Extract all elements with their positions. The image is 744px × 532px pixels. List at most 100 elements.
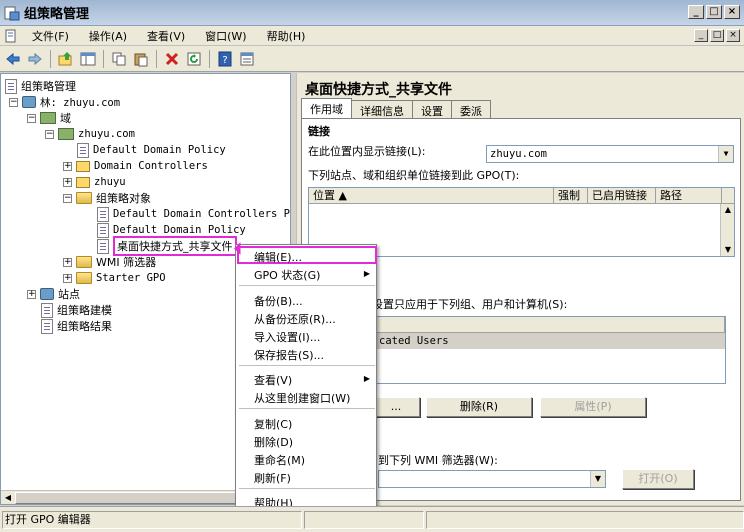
mdi-minimize-button[interactable]: _ [694,29,708,42]
tree-label: zhuyu.com [78,128,135,140]
modeling-icon [41,302,53,318]
toolbar-separator [209,49,210,68]
menu-rename[interactable]: 重命名(M) [254,452,305,468]
tree-label: 林: zhuyu.com [40,96,121,109]
col-location[interactable]: 位置 ▲ [309,188,554,203]
folder-icon [76,192,92,204]
tree-item-forest[interactable]: − 林: zhuyu.com [9,94,120,110]
col-enforced[interactable]: 强制 [554,188,588,203]
collapse-icon[interactable]: − [45,129,54,139]
expand-icon[interactable]: + [63,161,72,171]
folder-icon [76,272,92,284]
display-links-dropdown[interactable]: zhuyu.com ▼ [486,145,734,163]
menu-copy[interactable]: 复制(C) [254,416,292,432]
paste-icon[interactable] [132,50,150,68]
window-controls: _ □ × [688,5,740,19]
window-title: 组策略管理 [24,7,90,22]
status-cell-2 [304,510,424,529]
vertical-scrollbar[interactable]: ▲ ▼ [720,204,734,256]
back-icon[interactable] [4,50,22,68]
menu-import[interactable]: 导入设置(I)... [254,329,320,345]
menu-gpo-status[interactable]: GPO 状态(G) [254,267,320,283]
tree-item-domains[interactable]: − 域 [27,110,71,126]
menu-help[interactable]: 帮助(H) [257,28,316,44]
tree-label: Starter GPO [96,272,166,284]
refresh-icon[interactable] [185,50,203,68]
mdi-restore-button[interactable]: □ [710,29,724,42]
tree-item-gpo-container[interactable]: − 组策略对象 [63,190,151,206]
expand-icon[interactable]: + [63,257,72,267]
expand-icon[interactable]: + [27,289,36,299]
title-bar: 组策略管理 _ □ × [0,0,744,26]
context-menu: 编辑(E)... GPO 状态(G) ▶ 备份(B)... 从备份还原(R)..… [235,244,377,515]
open-button[interactable]: 打开(O) [622,469,694,489]
close-button[interactable]: × [724,5,740,19]
properties-icon[interactable] [238,50,256,68]
up-folder-icon[interactable] [57,50,75,68]
tree-item-default-domain-policy[interactable]: Default Domain Policy [77,142,226,158]
sort-asc-icon: ▲ [338,189,347,202]
menu-separator [239,408,375,409]
collapse-icon[interactable]: − [63,193,72,203]
gpo-icon [97,206,109,222]
tree-item-domain[interactable]: − zhuyu.com [45,126,135,142]
maximize-button[interactable]: □ [706,5,722,19]
show-hide-tree-icon[interactable] [79,50,97,68]
menu-refresh[interactable]: 刷新(F) [254,470,291,486]
minimize-button[interactable]: _ [688,5,704,19]
menu-edit[interactable]: 编辑(E)... [254,249,302,265]
menu-restore[interactable]: 从备份还原(R)... [254,311,336,327]
menu-separator [239,488,375,489]
tree-item-domain-controllers[interactable]: + Domain Controllers [63,158,208,174]
menu-view[interactable]: 查看(V) [137,28,195,44]
tree-item-gpo-ddcp[interactable]: Default Domain Controllers Po [97,206,290,222]
properties-button[interactable]: 属性(P) [540,397,646,417]
chevron-down-icon[interactable]: ▼ [718,146,733,162]
tree-item-root[interactable]: 组策略管理 [5,78,76,94]
menu-separator [239,285,375,286]
tree-item-wmi-filters[interactable]: + WMI 筛选器 [63,254,156,270]
tree-label: 组策略管理 [21,80,76,93]
scroll-left-icon[interactable]: ◀ [2,492,14,504]
forward-icon[interactable] [26,50,44,68]
menu-save-report[interactable]: 保存报告(S)... [254,347,324,363]
mdi-close-button[interactable]: × [726,29,740,42]
col-link-enabled[interactable]: 已启用链接 [588,188,656,203]
wmi-filter-label: 到下列 WMI 筛选器(W): [378,454,498,467]
tree-item-modeling[interactable]: 组策略建模 [41,302,112,318]
help-icon[interactable]: ? [216,50,234,68]
scroll-up-icon[interactable]: ▲ [722,204,734,216]
menu-view[interactable]: 查看(V) [254,372,292,388]
wmi-filter-dropdown[interactable]: ▼ [378,470,606,488]
chevron-down-icon[interactable]: ▼ [590,471,605,487]
status-bar: 打开 GPO 编辑器 [0,506,744,532]
submenu-arrow-icon: ▶ [363,374,370,383]
menu-window[interactable]: 窗口(W) [195,28,256,44]
add-button[interactable]: ... [372,397,420,417]
copy-icon[interactable] [110,50,128,68]
menu-backup[interactable]: 备份(B)... [254,293,303,309]
expand-icon[interactable]: + [63,273,72,283]
menu-action[interactable]: 操作(A) [79,28,137,44]
tree-item-sites[interactable]: + 站点 [27,286,80,302]
tree-item-results[interactable]: 组策略结果 [41,318,112,334]
delete-icon[interactable] [163,50,181,68]
expand-icon[interactable]: + [63,177,72,187]
menu-file[interactable]: 文件(F) [22,28,79,44]
tree-label: Default Domain Policy [113,224,246,236]
collapse-icon[interactable]: − [27,113,36,123]
menu-delete[interactable]: 删除(D) [254,434,293,450]
status-cell-3 [426,510,744,529]
domain-icon [58,128,74,140]
gpo-title: 桌面快捷方式_共享文件 [305,82,452,98]
document-icon [5,29,16,42]
collapse-icon[interactable]: − [9,97,18,107]
col-path[interactable]: 路径 [656,188,722,203]
scroll-down-icon[interactable]: ▼ [722,244,734,256]
tree-item-starter-gpo[interactable]: + Starter GPO [63,270,166,286]
remove-button[interactable]: 删除(R) [426,397,532,417]
tree-item-gpo-selected[interactable]: 桌面快捷方式_共享文件 [97,236,237,256]
tree-label: WMI 筛选器 [96,256,157,269]
menu-new-window[interactable]: 从这里创建窗口(W) [254,390,350,406]
tree-item-ou-zhuyu[interactable]: + zhuyu [63,174,126,190]
